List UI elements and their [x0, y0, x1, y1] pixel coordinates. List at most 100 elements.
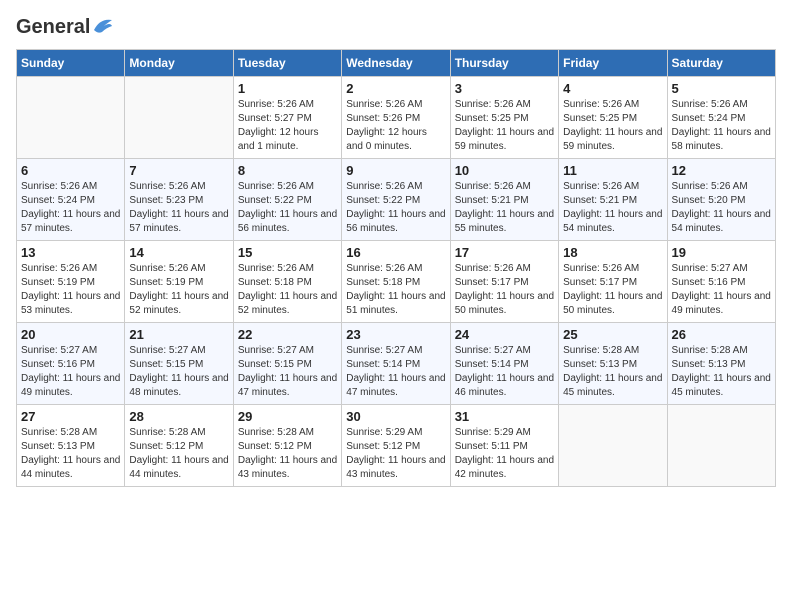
day-number: 26 — [672, 327, 771, 342]
day-info: Sunrise: 5:26 AMSunset: 5:24 PMDaylight:… — [21, 180, 120, 236]
calendar-cell: 3 Sunrise: 5:26 AMSunset: 5:25 PMDaylight… — [450, 77, 558, 159]
day-number: 1 — [238, 81, 337, 96]
day-info: Sunrise: 5:27 AMSunset: 5:16 PMDaylight:… — [672, 262, 771, 318]
calendar-cell: 31 Sunrise: 5:29 AMSunset: 5:11 PMDayligh… — [450, 405, 558, 487]
day-info: Sunrise: 5:26 AMSunset: 5:24 PMDaylight:… — [672, 98, 771, 154]
calendar-cell: 23 Sunrise: 5:27 AMSunset: 5:14 PMDayligh… — [342, 323, 450, 405]
calendar-cell: 16Sunrise: 5:26 AMSunset: 5:18 PMDayligh… — [342, 241, 450, 323]
day-number: 18 — [563, 245, 662, 260]
day-number: 24 — [455, 327, 554, 342]
day-number: 15 — [238, 245, 337, 260]
day-number: 30 — [346, 409, 445, 424]
day-info: Sunrise: 5:26 AMSunset: 5:25 PMDaylight:… — [563, 98, 662, 154]
calendar-cell: 2 Sunrise: 5:26 AMSunset: 5:26 PMDaylight… — [342, 77, 450, 159]
calendar-cell: 13Sunrise: 5:26 AMSunset: 5:19 PMDayligh… — [17, 241, 125, 323]
day-number: 19 — [672, 245, 771, 260]
calendar-cell: 10 Sunrise: 5:26 AMSunset: 5:21 PMDayligh… — [450, 159, 558, 241]
logo-bird-icon — [92, 16, 114, 39]
day-info: Sunrise: 5:28 AMSunset: 5:12 PMDaylight:… — [238, 426, 337, 482]
logo: General — [16, 16, 114, 37]
calendar-cell — [667, 405, 775, 487]
calendar-cell: 14 Sunrise: 5:26 AMSunset: 5:19 PMDayligh… — [125, 241, 233, 323]
day-number: 27 — [21, 409, 120, 424]
day-info: Sunrise: 5:26 AMSunset: 5:17 PMDaylight:… — [455, 262, 554, 318]
calendar-cell: 24Sunrise: 5:27 AMSunset: 5:14 PMDayligh… — [450, 323, 558, 405]
calendar-cell: 19 Sunrise: 5:27 AMSunset: 5:16 PMDayligh… — [667, 241, 775, 323]
day-info: Sunrise: 5:26 AMSunset: 5:17 PMDaylight:… — [563, 262, 662, 318]
day-info: Sunrise: 5:27 AMSunset: 5:15 PMDaylight:… — [238, 344, 337, 400]
calendar-cell: 26 Sunrise: 5:28 AMSunset: 5:13 PMDayligh… — [667, 323, 775, 405]
weekday-header: Tuesday — [233, 50, 341, 77]
calendar-cell: 9 Sunrise: 5:26 AMSunset: 5:22 PMDaylight… — [342, 159, 450, 241]
day-info: Sunrise: 5:26 AMSunset: 5:19 PMDaylight:… — [21, 262, 120, 318]
day-info: Sunrise: 5:26 AMSunset: 5:18 PMDaylight:… — [238, 262, 337, 318]
day-number: 8 — [238, 163, 337, 178]
calendar-cell — [17, 77, 125, 159]
day-info: Sunrise: 5:29 AMSunset: 5:11 PMDaylight:… — [455, 426, 554, 482]
calendar-cell: 6 Sunrise: 5:26 AMSunset: 5:24 PMDaylight… — [17, 159, 125, 241]
calendar-cell: 17Sunrise: 5:26 AMSunset: 5:17 PMDayligh… — [450, 241, 558, 323]
day-number: 11 — [563, 163, 662, 178]
day-info: Sunrise: 5:28 AMSunset: 5:13 PMDaylight:… — [563, 344, 662, 400]
day-info: Sunrise: 5:27 AMSunset: 5:16 PMDaylight:… — [21, 344, 120, 400]
day-info: Sunrise: 5:26 AMSunset: 5:27 PMDaylight:… — [238, 98, 337, 154]
logo-general: General — [16, 16, 90, 39]
day-number: 4 — [563, 81, 662, 96]
day-number: 29 — [238, 409, 337, 424]
calendar-cell: 5 Sunrise: 5:26 AMSunset: 5:24 PMDaylight… — [667, 77, 775, 159]
day-info: Sunrise: 5:28 AMSunset: 5:12 PMDaylight:… — [129, 426, 228, 482]
day-info: Sunrise: 5:26 AMSunset: 5:22 PMDaylight:… — [346, 180, 445, 236]
day-number: 5 — [672, 81, 771, 96]
day-number: 25 — [563, 327, 662, 342]
day-number: 10 — [455, 163, 554, 178]
day-number: 2 — [346, 81, 445, 96]
weekday-header: Saturday — [667, 50, 775, 77]
day-info: Sunrise: 5:26 AMSunset: 5:26 PMDaylight:… — [346, 98, 445, 154]
day-info: Sunrise: 5:26 AMSunset: 5:19 PMDaylight:… — [129, 262, 228, 318]
calendar-cell: 18 Sunrise: 5:26 AMSunset: 5:17 PMDayligh… — [559, 241, 667, 323]
day-number: 21 — [129, 327, 228, 342]
weekday-header: Thursday — [450, 50, 558, 77]
day-info: Sunrise: 5:26 AMSunset: 5:21 PMDaylight:… — [455, 180, 554, 236]
day-info: Sunrise: 5:27 AMSunset: 5:14 PMDaylight:… — [346, 344, 445, 400]
day-number: 7 — [129, 163, 228, 178]
calendar-cell: 20 Sunrise: 5:27 AMSunset: 5:16 PMDayligh… — [17, 323, 125, 405]
calendar-cell: 1 Sunrise: 5:26 AMSunset: 5:27 PMDaylight… — [233, 77, 341, 159]
calendar-cell: 22 Sunrise: 5:27 AMSunset: 5:15 PMDayligh… — [233, 323, 341, 405]
day-info: Sunrise: 5:26 AMSunset: 5:21 PMDaylight:… — [563, 180, 662, 236]
day-info: Sunrise: 5:26 AMSunset: 5:20 PMDaylight:… — [672, 180, 771, 236]
day-number: 23 — [346, 327, 445, 342]
day-number: 14 — [129, 245, 228, 260]
day-number: 28 — [129, 409, 228, 424]
calendar-cell — [559, 405, 667, 487]
day-number: 12 — [672, 163, 771, 178]
day-number: 9 — [346, 163, 445, 178]
day-info: Sunrise: 5:26 AMSunset: 5:25 PMDaylight:… — [455, 98, 554, 154]
weekday-header: Wednesday — [342, 50, 450, 77]
day-number: 6 — [21, 163, 120, 178]
calendar-cell: 4 Sunrise: 5:26 AMSunset: 5:25 PMDaylight… — [559, 77, 667, 159]
day-number: 20 — [21, 327, 120, 342]
calendar-cell: 8 Sunrise: 5:26 AMSunset: 5:22 PMDaylight… — [233, 159, 341, 241]
calendar-cell: 21 Sunrise: 5:27 AMSunset: 5:15 PMDayligh… — [125, 323, 233, 405]
day-number: 31 — [455, 409, 554, 424]
day-info: Sunrise: 5:26 AMSunset: 5:22 PMDaylight:… — [238, 180, 337, 236]
calendar-cell — [125, 77, 233, 159]
weekday-header: Sunday — [17, 50, 125, 77]
day-number: 3 — [455, 81, 554, 96]
day-number: 22 — [238, 327, 337, 342]
day-info: Sunrise: 5:28 AMSunset: 5:13 PMDaylight:… — [672, 344, 771, 400]
day-info: Sunrise: 5:27 AMSunset: 5:15 PMDaylight:… — [129, 344, 228, 400]
day-info: Sunrise: 5:28 AMSunset: 5:13 PMDaylight:… — [21, 426, 120, 482]
calendar-cell: 30 Sunrise: 5:29 AMSunset: 5:12 PMDayligh… — [342, 405, 450, 487]
calendar-cell: 28 Sunrise: 5:28 AMSunset: 5:12 PMDayligh… — [125, 405, 233, 487]
weekday-header: Friday — [559, 50, 667, 77]
day-number: 16 — [346, 245, 445, 260]
page-header: General — [16, 16, 776, 37]
day-info: Sunrise: 5:26 AMSunset: 5:23 PMDaylight:… — [129, 180, 228, 236]
calendar-cell: 25 Sunrise: 5:28 AMSunset: 5:13 PMDayligh… — [559, 323, 667, 405]
day-info: Sunrise: 5:29 AMSunset: 5:12 PMDaylight:… — [346, 426, 445, 482]
calendar-cell: 12 Sunrise: 5:26 AMSunset: 5:20 PMDayligh… — [667, 159, 775, 241]
calendar-cell: 15 Sunrise: 5:26 AMSunset: 5:18 PMDayligh… — [233, 241, 341, 323]
calendar-table: SundayMondayTuesdayWednesdayThursdayFrid… — [16, 49, 776, 487]
